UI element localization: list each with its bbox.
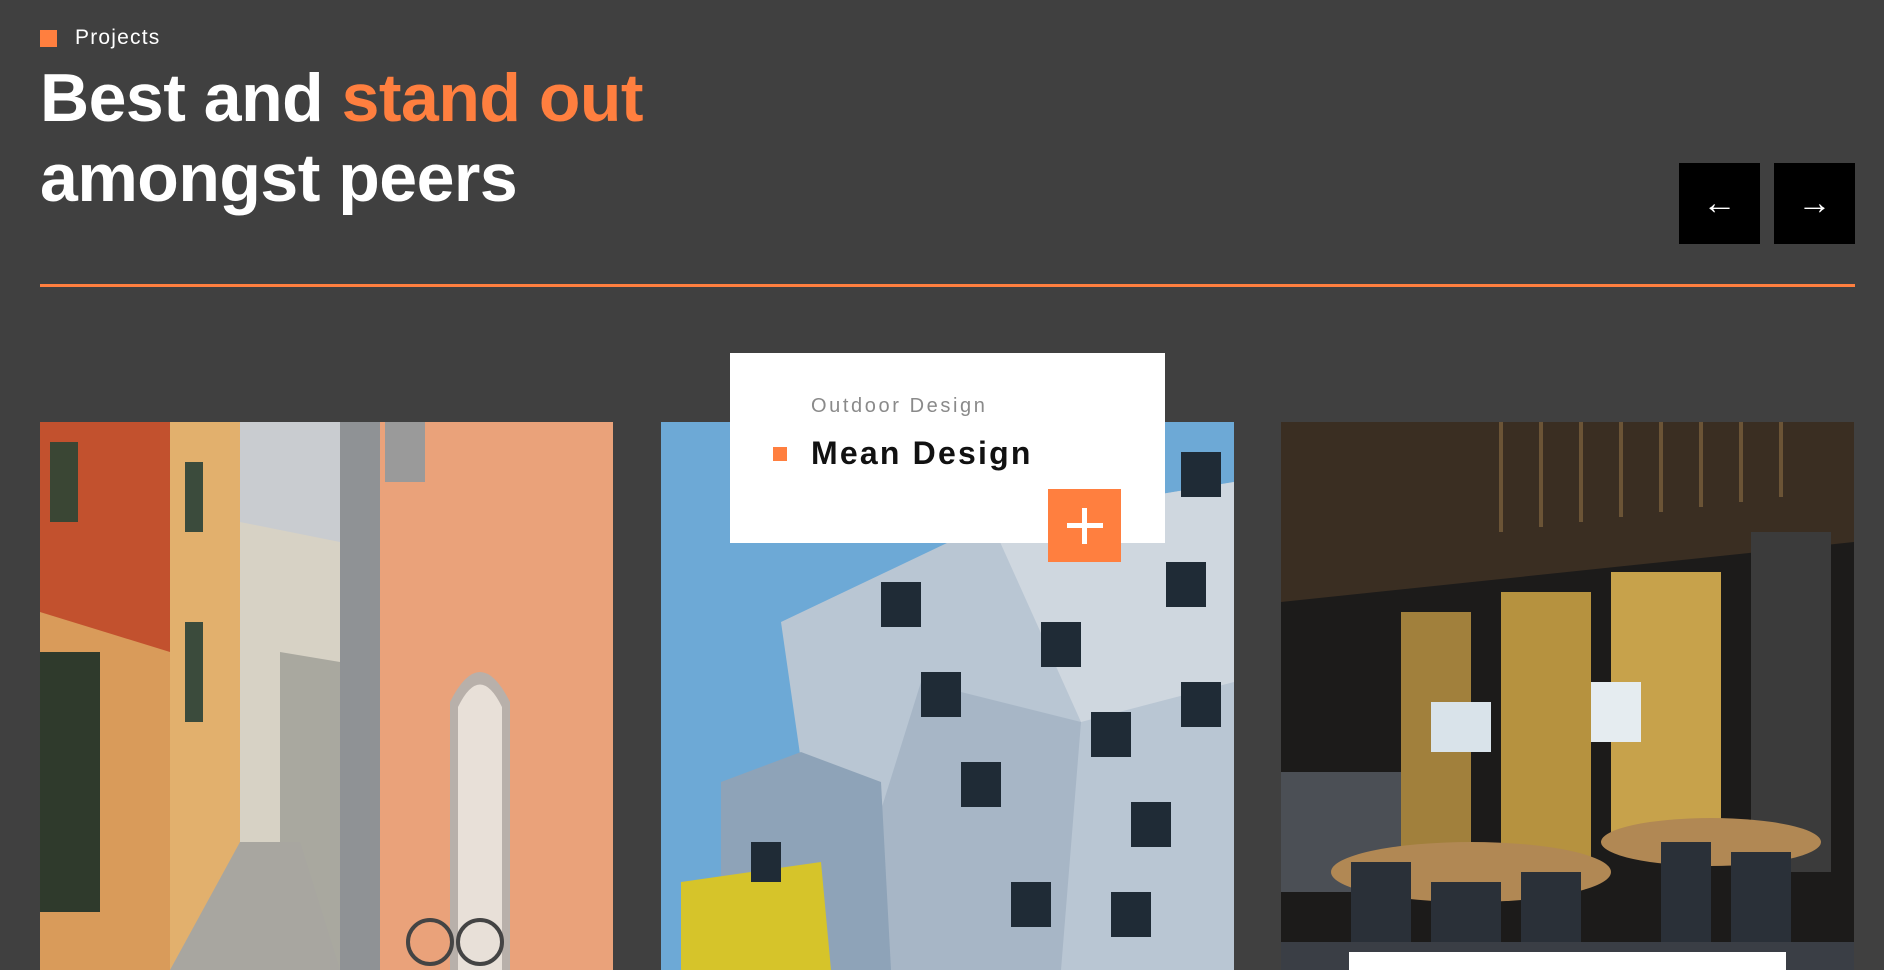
- eyebrow-label: Projects: [75, 26, 161, 49]
- project-name-row: Mean Design: [773, 435, 1033, 472]
- project-category: Outdoor Design: [811, 395, 988, 417]
- title-line-1: Best and stand out: [40, 58, 644, 138]
- restaurant-interior-photo: [1281, 422, 1854, 970]
- arrow-right-icon: →: [1797, 184, 1832, 222]
- alley-street-photo: [40, 422, 613, 970]
- next-button[interactable]: →: [1774, 163, 1855, 244]
- plus-icon: [1066, 507, 1103, 544]
- section-title: Best and stand out amongst peers: [40, 58, 644, 218]
- expand-project-button[interactable]: [1048, 489, 1121, 562]
- section-eyebrow: Projects: [40, 26, 160, 50]
- project-card-restaurant[interactable]: [1281, 422, 1854, 970]
- project-name[interactable]: Mean Design: [811, 435, 1033, 472]
- title-line-2: amongst peers: [40, 140, 518, 216]
- title-part1: Best and: [40, 60, 342, 136]
- square-marker-icon: [773, 446, 787, 461]
- card-caption-peek: [1349, 952, 1786, 970]
- square-marker-icon: [40, 29, 57, 47]
- prev-button[interactable]: ←: [1679, 163, 1760, 244]
- section-divider: [40, 284, 1855, 287]
- title-accent: stand out: [341, 60, 644, 136]
- arrow-left-icon: ←: [1702, 184, 1737, 222]
- project-card-alley[interactable]: [40, 422, 613, 970]
